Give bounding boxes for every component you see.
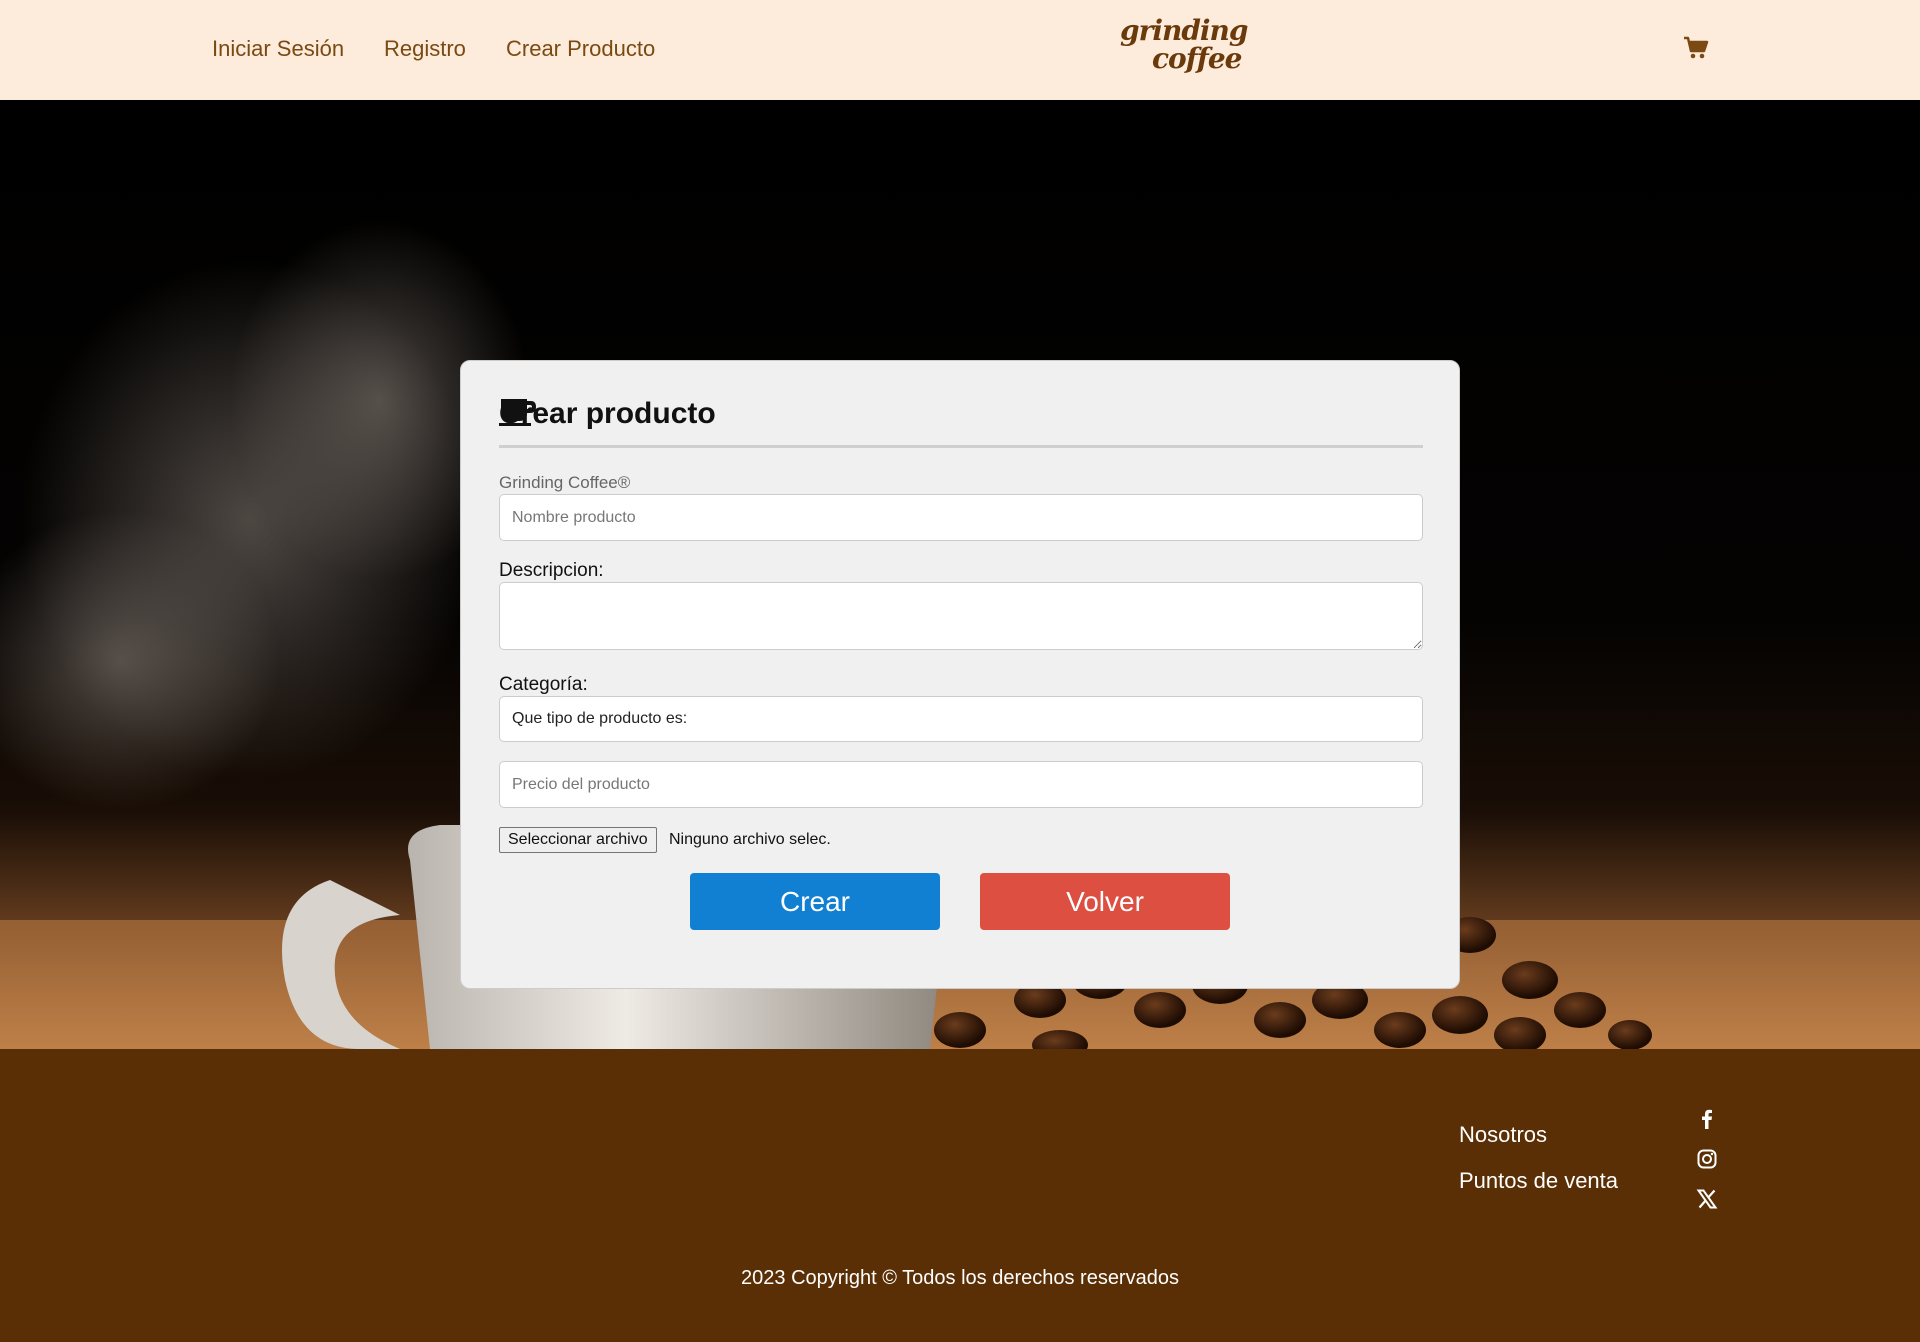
form-title: Crear producto	[499, 397, 718, 431]
hero-background: Crear producto Grinding Coffee® Descripc…	[0, 100, 1920, 1049]
footer-link-about[interactable]: Nosotros	[1459, 1122, 1547, 1148]
nav-link-create-product[interactable]: Crear Producto	[506, 36, 655, 62]
x-icon[interactable]	[1696, 1188, 1718, 1210]
back-button[interactable]: Volver	[980, 873, 1230, 930]
category-label: Categoría:	[499, 674, 588, 695]
logo-line-2: coffee	[1152, 42, 1242, 75]
description-textarea[interactable]	[499, 582, 1423, 650]
description-label: Descripcion:	[499, 560, 604, 581]
logo[interactable]: grinding coffee	[1112, 14, 1248, 80]
footer: Nosotros Puntos de venta 2023 Copyright …	[0, 1049, 1920, 1342]
nav-link-register[interactable]: Registro	[384, 36, 466, 62]
category-select[interactable]: Que tipo de producto es:	[499, 696, 1423, 742]
cart-icon[interactable]	[1683, 36, 1709, 60]
footer-link-stores[interactable]: Puntos de venta	[1459, 1168, 1618, 1194]
create-product-card: Crear producto Grinding Coffee® Descripc…	[460, 360, 1460, 989]
price-input[interactable]	[499, 761, 1423, 808]
instagram-icon[interactable]	[1696, 1148, 1718, 1170]
navbar: Iniciar Sesión Registro Crear Producto g…	[0, 0, 1920, 100]
title-divider	[499, 445, 1423, 448]
brand-label: Grinding Coffee®	[499, 473, 631, 492]
file-status-text: Ninguno archivo selec.	[669, 831, 831, 848]
choose-file-button[interactable]: Seleccionar archivo	[499, 827, 657, 853]
facebook-icon[interactable]	[1696, 1108, 1718, 1130]
nav-link-login[interactable]: Iniciar Sesión	[212, 36, 344, 62]
category-selected-value: Que tipo de producto es:	[512, 710, 688, 727]
copyright-text: 2023 Copyright © Todos los derechos rese…	[741, 1267, 1179, 1289]
product-name-input[interactable]	[499, 494, 1423, 541]
create-button[interactable]: Crear	[690, 873, 940, 930]
